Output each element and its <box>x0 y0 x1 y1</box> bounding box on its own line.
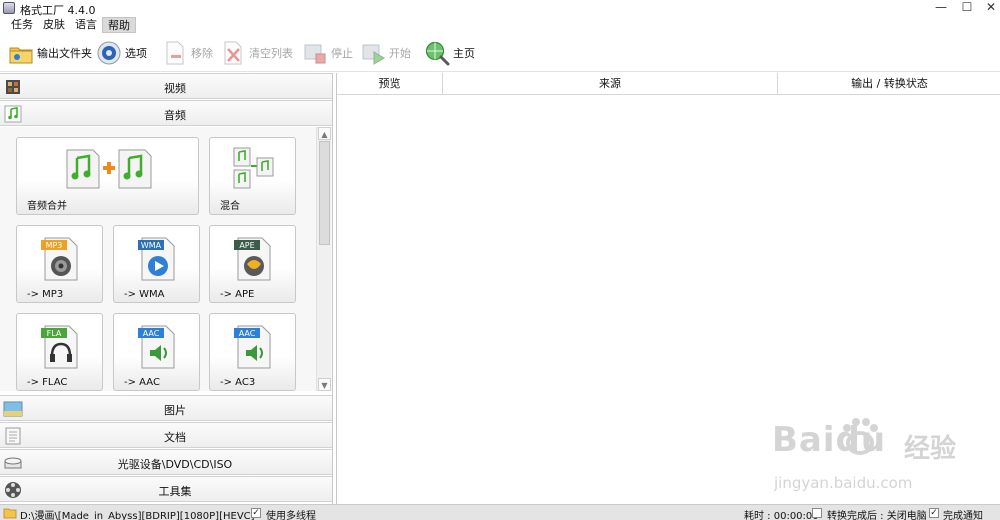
shutdown-label: 转换完成后 : 关闭电脑 <box>827 511 927 520</box>
category-document-label: 文档 <box>164 431 186 444</box>
wma-badge: WMA <box>141 241 162 250</box>
scroll-thumb[interactable] <box>319 141 330 245</box>
category-audio-label: 音频 <box>164 109 186 122</box>
output-folder-label: 输出文件夹 <box>37 47 92 60</box>
category-optical[interactable]: 光驱设备\DVD\CD\ISO <box>0 449 332 475</box>
category-video[interactable]: 视频 <box>0 73 332 99</box>
to-ac3-tile[interactable]: AAC -> AC3 <box>209 313 296 391</box>
category-audio[interactable]: 音频 <box>0 100 332 126</box>
wma-file-icon: WMA <box>138 237 175 281</box>
document-remove-icon <box>166 41 184 65</box>
to-flac-label: -> FLAC <box>27 377 68 388</box>
stop-label: 停止 <box>331 47 353 60</box>
options-label: 选项 <box>125 47 147 60</box>
multithread-checkbox[interactable]: ✓ <box>251 508 261 518</box>
audio-function-grid: 音频合并 混合 MP3 -> MP3 WMA -> WMA APE -> APE… <box>0 127 332 391</box>
remove-button[interactable]: 移除 <box>162 38 213 68</box>
menu-bar: 任务 皮肤 语言 帮助 <box>0 16 1000 34</box>
mp3-badge: MP3 <box>46 241 63 250</box>
scroll-up-arrow[interactable]: ▲ <box>318 127 331 140</box>
audio-merge-icon <box>66 149 152 189</box>
ac3-badge: AAC <box>239 329 256 338</box>
multithread-label: 使用多线程 <box>266 511 316 520</box>
clear-list-button[interactable]: 清空列表 <box>220 38 293 68</box>
output-folder-button[interactable]: 输出文件夹 <box>8 38 92 68</box>
shutdown-checkbox[interactable] <box>812 508 822 518</box>
to-aac-tile[interactable]: AAC -> AAC <box>113 313 200 391</box>
start-icon <box>362 44 385 65</box>
ape-badge: APE <box>239 241 254 250</box>
paw-icon <box>843 418 878 455</box>
audio-mix-label: 混合 <box>220 201 240 212</box>
category-panel: 视频 音频 音频合并 混合 MP3 -> MP3 WMA -> WMA APE … <box>0 73 333 504</box>
column-preview[interactable]: 预览 <box>337 73 443 95</box>
globe-search-icon <box>425 41 450 66</box>
menu-help[interactable]: 帮助 <box>102 17 136 33</box>
status-bar: D:\漫画\[Made_in_Abyss][BDRIP][1080P][HEVC… <box>0 504 1000 520</box>
category-tools-label: 工具集 <box>158 485 192 498</box>
app-icon <box>3 2 15 14</box>
menu-language[interactable]: 语言 <box>70 17 102 33</box>
home-button[interactable]: 主页 <box>424 38 475 68</box>
category-document[interactable]: 文档 <box>0 422 332 448</box>
maximize-button[interactable]: ☐ <box>954 0 980 16</box>
tiles-scrollbar[interactable]: ▲ ▼ <box>316 127 331 391</box>
folder-icon <box>3 508 17 519</box>
clear-list-icon <box>224 41 242 65</box>
start-button[interactable]: 开始 <box>360 38 411 68</box>
category-optical-label: 光驱设备\DVD\CD\ISO <box>117 458 233 471</box>
column-source[interactable]: 来源 <box>443 73 778 95</box>
minimize-button[interactable]: — <box>928 0 954 16</box>
audio-merge-label: 音频合并 <box>27 201 67 212</box>
category-video-label: 视频 <box>164 82 186 95</box>
to-wma-tile[interactable]: WMA -> WMA <box>113 225 200 303</box>
aac-file-icon: AAC <box>138 325 175 369</box>
to-ape-label: -> APE <box>220 289 255 300</box>
close-button[interactable]: ✕ <box>978 0 1000 16</box>
audio-mix-icon <box>233 147 274 189</box>
audio-merge-tile[interactable]: 音频合并 <box>16 137 199 215</box>
to-aac-label: -> AAC <box>124 377 160 388</box>
stop-icon <box>304 44 326 64</box>
title-bar: 格式工厂 4.4.0 — ☐ ✕ <box>0 0 1000 17</box>
audio-mix-tile[interactable]: 混合 <box>209 137 296 215</box>
category-picture[interactable]: 图片 <box>0 395 332 421</box>
output-path[interactable]: D:\漫画\[Made_in_Abyss][BDRIP][1080P][HEVC… <box>20 507 255 520</box>
notify-label: 完成通知 <box>943 511 983 520</box>
mp3-file-icon: MP3 <box>41 237 78 281</box>
category-tools[interactable]: 工具集 <box>0 476 332 502</box>
to-flac-tile[interactable]: FLA -> FLAC <box>16 313 103 391</box>
remove-label: 移除 <box>191 47 213 60</box>
elapsed-time: 耗时 : 00:00:00 <box>744 511 819 520</box>
folder-icon <box>9 47 33 64</box>
scroll-down-arrow[interactable]: ▼ <box>318 378 331 391</box>
clear-list-label: 清空列表 <box>249 47 293 60</box>
gear-icon <box>97 41 121 65</box>
toolbar: 输出文件夹 选项 移除 清空列表 停止 开始 主页 <box>0 34 1000 72</box>
task-list-header: 预览 来源 输出 / 转换状态 <box>337 73 1000 95</box>
to-mp3-label: -> MP3 <box>27 289 64 300</box>
ac3-file-icon: AAC <box>234 325 271 369</box>
menu-skin[interactable]: 皮肤 <box>38 17 70 33</box>
to-wma-label: -> WMA <box>124 289 165 300</box>
flac-badge: FLA <box>47 329 62 338</box>
home-label: 主页 <box>453 47 475 60</box>
menu-task[interactable]: 任务 <box>6 17 38 33</box>
notify-checkbox[interactable]: ✓ <box>929 508 939 518</box>
to-ape-tile[interactable]: APE -> APE <box>209 225 296 303</box>
watermark-url: jingyan.baidu.com <box>774 474 913 492</box>
to-mp3-tile[interactable]: MP3 -> MP3 <box>16 225 103 303</box>
category-picture-label: 图片 <box>164 404 186 417</box>
to-ac3-label: -> AC3 <box>220 377 256 388</box>
stop-button[interactable]: 停止 <box>302 38 353 68</box>
baidu-jingyan-watermark: Baidu 经验 jingyan.baidu.com <box>772 416 972 502</box>
ape-file-icon: APE <box>234 237 271 281</box>
column-output-status[interactable]: 输出 / 转换状态 <box>778 73 1000 95</box>
watermark-brand-cn: 经验 <box>904 434 957 464</box>
options-button[interactable]: 选项 <box>96 38 147 68</box>
start-label: 开始 <box>389 47 411 60</box>
aac-badge: AAC <box>143 329 160 338</box>
flac-file-icon: FLA <box>41 325 78 369</box>
